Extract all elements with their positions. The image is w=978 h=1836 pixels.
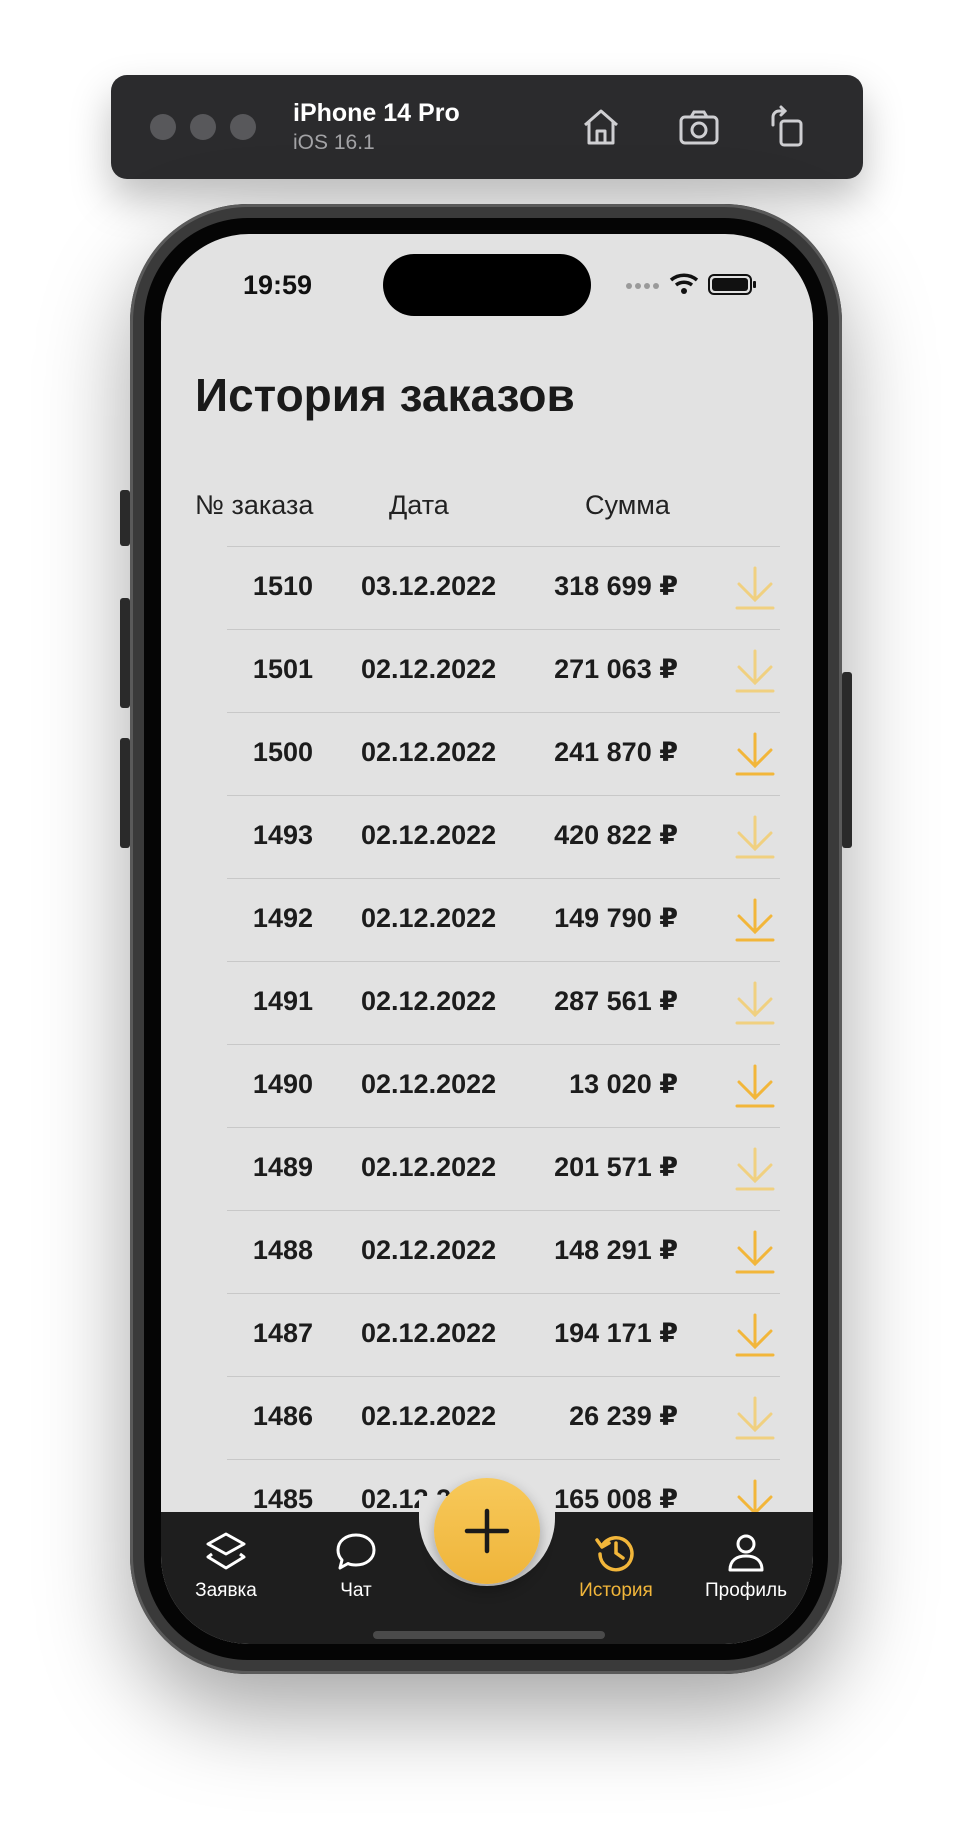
new-order-fab[interactable] — [434, 1478, 540, 1584]
order-row[interactable]: 1491 02.12.2022 287 561 ₽ — [161, 961, 813, 1044]
download-icon[interactable] — [733, 1228, 777, 1276]
order-sum: 318 699 ₽ — [554, 571, 678, 601]
order-id: 1486 — [252, 1401, 313, 1431]
status-time: 19:59 — [243, 270, 313, 300]
download-icon[interactable] — [733, 813, 777, 861]
window-close-dot[interactable] — [150, 114, 176, 140]
order-row[interactable]: 1486 02.12.2022 26 239 ₽ — [161, 1376, 813, 1459]
download-icon[interactable] — [733, 896, 777, 944]
download-icon[interactable] — [733, 979, 777, 1027]
order-sum: 271 063 ₽ — [554, 654, 678, 684]
order-row[interactable]: 1501 02.12.2022 271 063 ₽ — [161, 629, 813, 712]
tab-label: Заявка — [195, 1580, 257, 1601]
window-minimize-dot[interactable] — [190, 114, 216, 140]
order-sum: 148 291 ₽ — [554, 1235, 678, 1265]
order-date: 03.12.2022 — [361, 571, 497, 601]
window-zoom-dot[interactable] — [230, 114, 256, 140]
side-button — [842, 672, 852, 848]
order-row[interactable]: 1510 03.12.2022 318 699 ₽ — [161, 546, 813, 629]
order-id: 1510 — [252, 571, 313, 601]
order-id: 1488 — [252, 1235, 313, 1265]
order-row[interactable]: 1487 02.12.2022 194 171 ₽ — [161, 1293, 813, 1376]
order-date: 02.12.2022 — [361, 654, 497, 684]
tab-request[interactable]: Заявка — [171, 1530, 281, 1602]
home-icon[interactable] — [577, 103, 625, 151]
tab-label: История — [579, 1580, 653, 1601]
battery-icon — [708, 274, 756, 295]
order-id: 1492 — [252, 903, 313, 933]
plus-icon — [464, 1508, 510, 1554]
home-indicator — [373, 1631, 605, 1639]
orders-list: 1510 03.12.2022 318 699 ₽ 1501 02.12.202… — [161, 546, 813, 1542]
screenshot-icon[interactable] — [675, 103, 723, 151]
order-sum: 420 822 ₽ — [554, 820, 678, 850]
signal-dots-icon — [626, 283, 659, 289]
order-id: 1490 — [252, 1069, 313, 1099]
order-date: 02.12.2022 — [361, 986, 497, 1016]
page-title: История заказов — [195, 369, 575, 421]
tab-history[interactable]: История — [561, 1530, 671, 1602]
order-sum: 287 561 ₽ — [554, 986, 678, 1016]
order-sum: 241 870 ₽ — [554, 737, 678, 767]
order-date: 02.12.2022 — [361, 737, 497, 767]
tab-profile[interactable]: Профиль — [691, 1530, 801, 1602]
order-date: 02.12.2022 — [361, 903, 497, 933]
order-row[interactable]: 1488 02.12.2022 148 291 ₽ — [161, 1210, 813, 1293]
tab-chat[interactable]: Чат — [301, 1530, 411, 1602]
order-id: 1493 — [252, 820, 313, 850]
volume-down-button — [120, 738, 130, 848]
volume-up-button — [120, 598, 130, 708]
order-row[interactable]: 1492 02.12.2022 149 790 ₽ — [161, 878, 813, 961]
order-sum: 194 171 ₽ — [554, 1318, 678, 1348]
order-row[interactable]: 1500 02.12.2022 241 870 ₽ — [161, 712, 813, 795]
download-icon[interactable] — [733, 1145, 777, 1193]
order-date: 02.12.2022 — [361, 1235, 497, 1265]
chat-bubble-icon — [336, 1533, 376, 1570]
order-id: 1485 — [252, 1484, 313, 1514]
order-date: 02.12.2022 — [361, 1318, 497, 1348]
order-row[interactable]: 1493 02.12.2022 420 822 ₽ — [161, 795, 813, 878]
tab-label: Профиль — [704, 1580, 788, 1601]
order-row[interactable]: 1489 02.12.2022 201 571 ₽ — [161, 1127, 813, 1210]
os-version: iOS 16.1 — [293, 131, 375, 154]
order-date: 02.12.2022 — [361, 1401, 497, 1431]
mute-switch — [120, 490, 130, 546]
download-icon[interactable] — [733, 1394, 777, 1442]
rotate-icon[interactable] — [763, 103, 811, 151]
phone-screen: 19:59 История заказов № заказа Дата Сумм… — [161, 234, 813, 1644]
history-icon — [595, 1536, 634, 1572]
device-name: iPhone 14 Pro — [293, 99, 460, 127]
download-icon[interactable] — [733, 1062, 777, 1110]
order-id: 1491 — [252, 986, 313, 1016]
dynamic-island — [383, 254, 591, 316]
order-id: 1487 — [252, 1318, 313, 1348]
status-icons — [626, 273, 756, 295]
download-icon[interactable] — [733, 564, 777, 612]
column-date: Дата — [389, 490, 449, 520]
simulator-toolbar: iPhone 14 Pro iOS 16.1 — [111, 75, 863, 179]
wifi-icon — [669, 273, 699, 294]
order-id: 1489 — [252, 1152, 313, 1182]
column-order-number: № заказа — [195, 490, 314, 520]
order-sum: 201 571 ₽ — [554, 1152, 678, 1182]
order-id: 1501 — [252, 654, 313, 684]
order-date: 02.12.2022 — [361, 820, 497, 850]
order-id: 1500 — [252, 737, 313, 767]
order-row[interactable]: 1490 02.12.2022 13 020 ₽ — [161, 1044, 813, 1127]
user-icon — [728, 1534, 764, 1572]
order-sum: 13 020 ₽ — [569, 1069, 678, 1099]
order-sum: 26 239 ₽ — [569, 1401, 678, 1431]
column-sum: Сумма — [585, 490, 670, 520]
order-date: 02.12.2022 — [361, 1152, 497, 1182]
order-sum: 165 008 ₽ — [554, 1484, 678, 1514]
layers-icon — [206, 1532, 246, 1570]
download-icon[interactable] — [733, 647, 777, 695]
tab-label: Чат — [340, 1580, 372, 1601]
order-sum: 149 790 ₽ — [554, 903, 678, 933]
download-icon[interactable] — [733, 1311, 777, 1359]
download-icon[interactable] — [733, 730, 777, 778]
order-date: 02.12.2022 — [361, 1069, 497, 1099]
